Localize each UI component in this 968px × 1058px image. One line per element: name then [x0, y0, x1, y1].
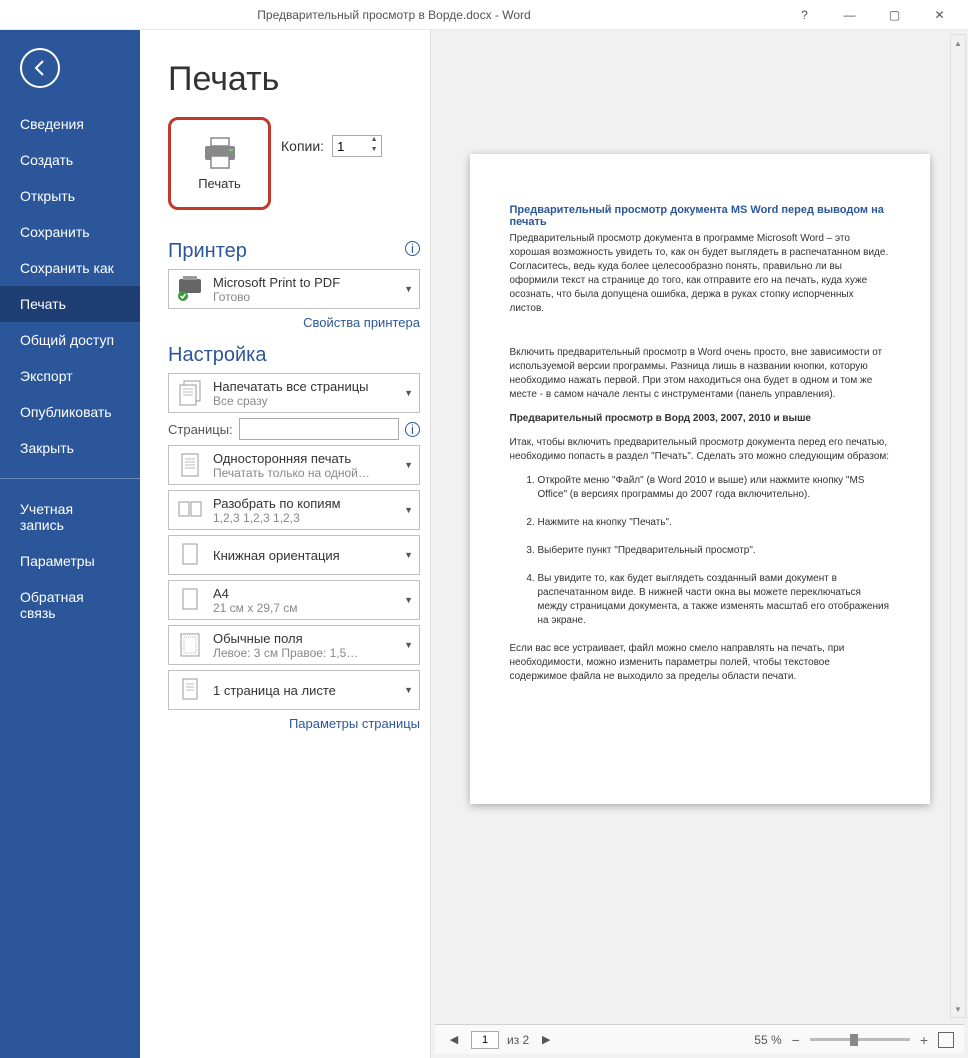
- preview-viewport[interactable]: Предварительный просмотр документа MS Wo…: [435, 34, 964, 1024]
- page-range-selector[interactable]: Напечатать все страницы Все сразу ▼: [168, 373, 420, 413]
- zoom-slider[interactable]: [810, 1038, 910, 1041]
- settings-section-title: Настройка: [168, 344, 420, 367]
- preview-footer: ◀ из 2 ▶ 55 % − +: [435, 1024, 964, 1054]
- printer-info-icon[interactable]: i: [405, 241, 420, 256]
- copies-down[interactable]: ▼: [367, 146, 381, 156]
- titlebar: Предварительный просмотр в Ворде.docx - …: [0, 0, 968, 30]
- preview-page: Предварительный просмотр документа MS Wo…: [470, 154, 930, 804]
- scroll-up-button[interactable]: ▲: [951, 35, 965, 51]
- arrow-left-icon: [30, 58, 50, 78]
- doc-heading: Предварительный просмотр документа MS Wo…: [510, 204, 890, 228]
- page-title: Печать: [168, 60, 420, 99]
- orientation-selector[interactable]: Книжная ориентация ▼: [168, 535, 420, 575]
- zoom-thumb[interactable]: [850, 1034, 858, 1046]
- chevron-down-icon: ▼: [404, 505, 413, 515]
- sidebar-item-общий-доступ[interactable]: Общий доступ: [0, 322, 140, 358]
- sidebar-item-печать[interactable]: Печать: [0, 286, 140, 322]
- printer-icon: [200, 136, 240, 170]
- margins-selector[interactable]: Обычные поля Левое: 3 см Правое: 1,5… ▼: [168, 625, 420, 665]
- sheet-icon: [175, 675, 205, 705]
- chevron-down-icon: ▼: [404, 595, 413, 605]
- sidebar-item-сведения[interactable]: Сведения: [0, 106, 140, 142]
- pages-icon: [175, 378, 205, 408]
- print-button[interactable]: Печать: [177, 126, 262, 201]
- single-side-icon: [175, 450, 205, 480]
- vertical-scrollbar[interactable]: ▲ ▼: [950, 34, 966, 1018]
- zoom-to-fit-button[interactable]: [938, 1032, 954, 1048]
- chevron-down-icon: ▼: [404, 460, 413, 470]
- zoom-level-label: 55 %: [754, 1033, 781, 1047]
- scroll-down-button[interactable]: ▼: [951, 1001, 965, 1017]
- zoom-in-button[interactable]: +: [920, 1032, 928, 1048]
- printer-status: Готово: [213, 290, 396, 304]
- chevron-down-icon: ▼: [404, 640, 413, 650]
- minimize-button[interactable]: —: [827, 0, 872, 29]
- page-setup-link[interactable]: Параметры страницы: [289, 716, 420, 731]
- page-count-label: из 2: [507, 1033, 529, 1047]
- sidebar-separator: [0, 478, 140, 479]
- sidebar-item-учетная-запись[interactable]: Учетная запись: [0, 491, 140, 543]
- prev-page-button[interactable]: ◀: [445, 1031, 463, 1049]
- print-button-label: Печать: [198, 176, 241, 191]
- sidebar-item-создать[interactable]: Создать: [0, 142, 140, 178]
- printer-properties-link[interactable]: Свойства принтера: [303, 315, 420, 330]
- close-button[interactable]: ✕: [917, 0, 962, 29]
- sidebar-item-закрыть[interactable]: Закрыть: [0, 430, 140, 466]
- window-title: Предварительный просмотр в Ворде.docx - …: [6, 8, 782, 22]
- printer-status-icon: [175, 274, 205, 304]
- chevron-down-icon: ▼: [404, 388, 413, 398]
- printer-selector[interactable]: Microsoft Print to PDF Готово ▼: [168, 269, 420, 309]
- next-page-button[interactable]: ▶: [537, 1031, 555, 1049]
- pages-info-icon[interactable]: i: [405, 422, 420, 437]
- sidebar-item-параметры[interactable]: Параметры: [0, 543, 140, 579]
- sidebar-item-открыть[interactable]: Открыть: [0, 178, 140, 214]
- sidebar-item-экспорт[interactable]: Экспорт: [0, 358, 140, 394]
- pages-input[interactable]: [239, 418, 399, 440]
- zoom-out-button[interactable]: −: [792, 1032, 800, 1048]
- pages-per-sheet-selector[interactable]: 1 страница на листе ▼: [168, 670, 420, 710]
- printer-section-title: Принтер: [168, 240, 247, 263]
- maximize-button[interactable]: ▢: [872, 0, 917, 29]
- sidebar-item-сохранить-как[interactable]: Сохранить как: [0, 250, 140, 286]
- printer-name: Microsoft Print to PDF: [213, 275, 396, 290]
- sidebar-item-обратная-связь[interactable]: Обратная связь: [0, 579, 140, 631]
- window-controls: ? — ▢ ✕: [782, 0, 962, 29]
- chevron-down-icon: ▼: [404, 550, 413, 560]
- portrait-icon: [175, 540, 205, 570]
- margins-icon: [175, 630, 205, 660]
- pages-label: Страницы:: [168, 422, 233, 437]
- print-settings-panel: Печать Печать Копии:: [140, 30, 430, 1058]
- chevron-down-icon: ▼: [404, 284, 413, 294]
- sidebar-item-сохранить[interactable]: Сохранить: [0, 214, 140, 250]
- paper-size-selector[interactable]: A4 21 см x 29,7 см ▼: [168, 580, 420, 620]
- sidebar-item-опубликовать[interactable]: Опубликовать: [0, 394, 140, 430]
- help-button[interactable]: ?: [782, 0, 827, 29]
- collate-selector[interactable]: Разобрать по копиям 1,2,3 1,2,3 1,2,3 ▼: [168, 490, 420, 530]
- back-button[interactable]: [20, 48, 60, 88]
- print-button-highlight: Печать: [168, 117, 271, 210]
- print-preview-panel: Предварительный просмотр документа MS Wo…: [430, 30, 968, 1058]
- collate-icon: [175, 495, 205, 525]
- copies-label: Копии:: [281, 138, 324, 154]
- duplex-selector[interactable]: Односторонняя печать Печатать только на …: [168, 445, 420, 485]
- paper-icon: [175, 585, 205, 615]
- copies-up[interactable]: ▲: [367, 136, 381, 146]
- backstage-sidebar: СведенияСоздатьОткрытьСохранитьСохранить…: [0, 30, 140, 1058]
- current-page-input[interactable]: [471, 1031, 499, 1049]
- chevron-down-icon: ▼: [404, 685, 413, 695]
